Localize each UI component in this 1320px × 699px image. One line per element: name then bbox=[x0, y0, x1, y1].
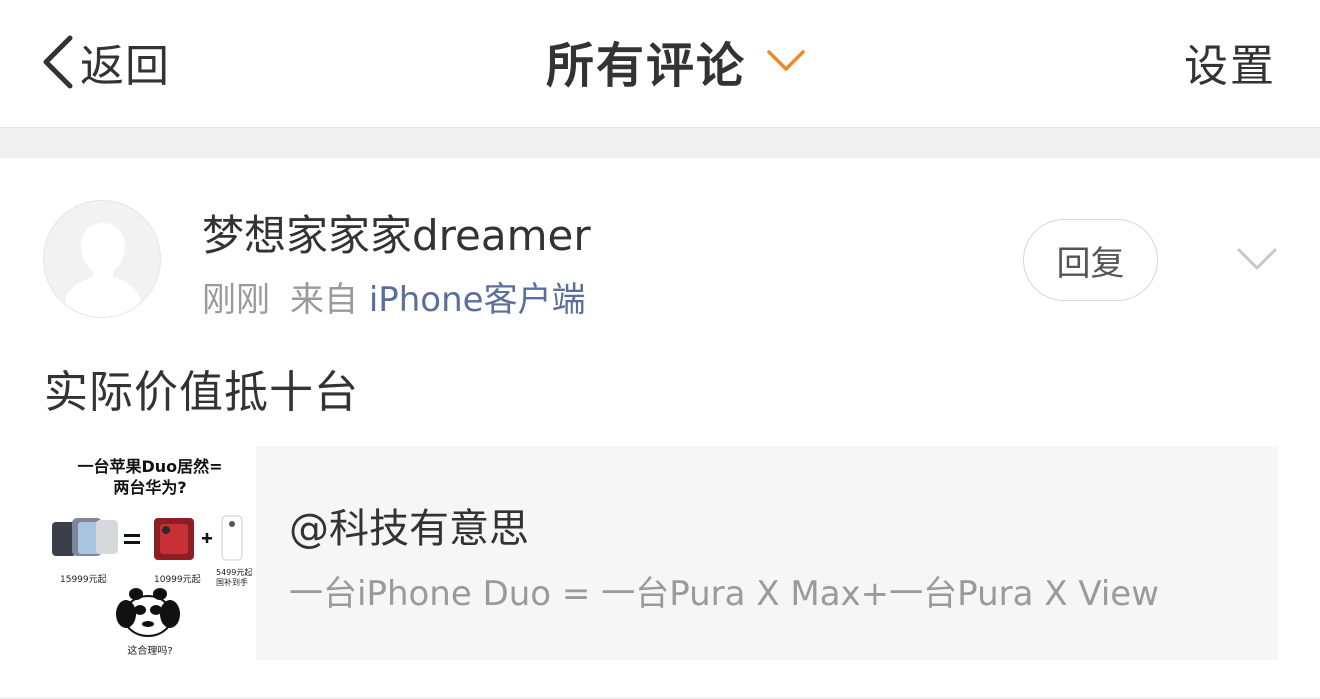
comment-text: 实际价值抵十台 bbox=[44, 367, 359, 418]
thumbnail-caption: 这合理吗? bbox=[127, 646, 173, 657]
price-label-right: 5499元起 国补到手 bbox=[216, 568, 253, 587]
post-thumbnail[interactable]: 一台苹果Duo居然= 两台华为? 15999元起 10999元起 5499元起 … bbox=[44, 446, 256, 660]
quoted-description: 一台iPhone Duo = 一台Pura X Max+一台Pura X Vie… bbox=[289, 574, 1160, 614]
back-button[interactable]: 返回 bbox=[40, 32, 170, 92]
chevron-down-icon[interactable] bbox=[1236, 246, 1278, 272]
quoted-author[interactable]: @科技有意思 bbox=[289, 496, 529, 554]
price-label-mid: 10999元起 bbox=[154, 575, 201, 585]
phones-comparison-graphic bbox=[52, 515, 243, 637]
comment-item: 梦想家家家dreamer 刚刚 来自 iPhone客户端 回复 实际价值抵十台 … bbox=[0, 158, 1320, 699]
page-title: 所有评论 bbox=[546, 38, 747, 94]
reply-button[interactable]: 回复 bbox=[1023, 219, 1158, 301]
chevron-left-icon bbox=[43, 35, 73, 89]
client-source-link[interactable]: iPhone客户端 bbox=[369, 280, 586, 320]
chevron-down-icon bbox=[767, 50, 805, 71]
settings-button[interactable]: 设置 bbox=[1184, 32, 1276, 92]
section-divider bbox=[0, 127, 1320, 158]
quoted-post-card[interactable]: 一台苹果Duo居然= 两台华为? 15999元起 10999元起 5499元起 … bbox=[44, 446, 1278, 660]
comment-filter-dropdown[interactable]: 所有评论 bbox=[546, 30, 806, 94]
username[interactable]: 梦想家家家dreamer bbox=[202, 202, 591, 263]
back-label: 返回 bbox=[80, 41, 170, 92]
header-bar: 返回 所有评论 设置 bbox=[0, 0, 1320, 127]
comment-time: 刚刚 bbox=[202, 280, 270, 320]
price-label-left: 15999元起 bbox=[60, 575, 107, 585]
from-prefix: 来自 bbox=[290, 280, 358, 320]
comment-meta: 刚刚 来自 iPhone客户端 bbox=[202, 272, 586, 321]
avatar[interactable] bbox=[43, 200, 161, 318]
default-avatar-icon bbox=[44, 201, 160, 317]
